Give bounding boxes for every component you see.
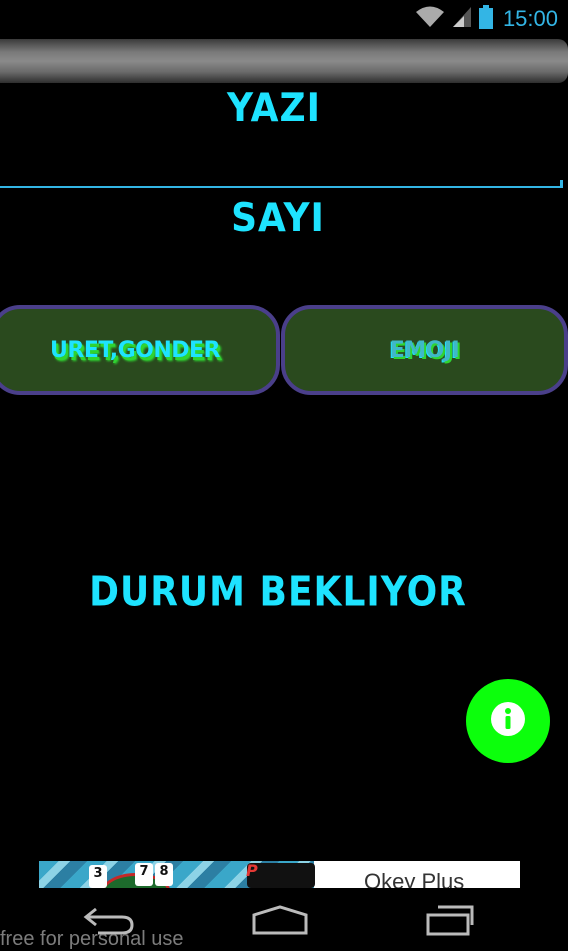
status-message: DURUM BEKLIYOR xyxy=(89,568,467,617)
status-icons: 15:00 xyxy=(415,5,558,33)
input-underline-end xyxy=(560,180,563,188)
text-input[interactable] xyxy=(0,140,563,188)
wifi-icon xyxy=(415,5,445,33)
ad-tile: 8 xyxy=(155,863,173,886)
info-button[interactable] xyxy=(466,679,550,763)
clock: 15:00 xyxy=(502,6,558,31)
recent-apps-button[interactable] xyxy=(410,902,490,942)
ad-tile: 3 xyxy=(89,865,107,888)
home-icon xyxy=(250,903,310,941)
signal-icon xyxy=(451,5,473,33)
generate-send-button[interactable]: URET,GONDER xyxy=(0,305,280,395)
ad-logo-letter: P xyxy=(246,861,258,880)
watermark-text: free for personal use xyxy=(0,928,184,950)
ad-tile: 7 xyxy=(135,863,153,886)
recent-apps-icon xyxy=(420,903,480,941)
top-bar xyxy=(0,39,568,83)
info-icon xyxy=(490,701,526,741)
ad-image: 3 7 8 P xyxy=(39,861,315,888)
text-label: YAZI xyxy=(227,85,321,132)
ad-banner[interactable]: 3 7 8 P Okey Plus xyxy=(39,861,520,888)
generate-send-label: URET,GONDER xyxy=(50,337,220,363)
status-bar: 15:00 xyxy=(0,0,568,38)
emoji-button[interactable]: EMOJI xyxy=(281,305,568,395)
battery-icon xyxy=(478,5,493,33)
ad-title: Okey Plus xyxy=(364,869,465,888)
home-button[interactable] xyxy=(240,902,320,942)
number-label: SAYI xyxy=(231,195,325,242)
emoji-label: EMOJI xyxy=(389,337,460,363)
